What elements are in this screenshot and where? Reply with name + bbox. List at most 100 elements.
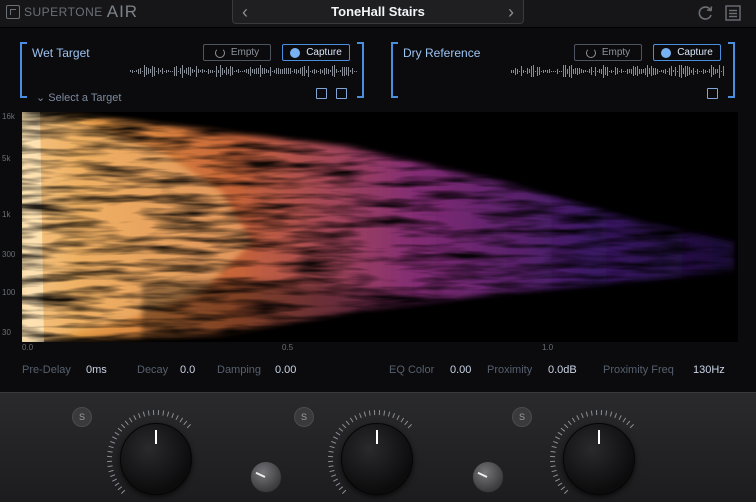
dry-empty-button[interactable]: Empty <box>574 44 642 61</box>
solo-button-color[interactable]: S <box>294 407 314 427</box>
record-icon <box>661 47 672 58</box>
knob-scale-tick <box>110 474 116 478</box>
knob-scale-tick <box>368 410 371 416</box>
knob-scale-tick <box>333 478 339 482</box>
dry-empty-label: Empty <box>601 47 631 58</box>
bracket-right <box>357 42 364 98</box>
select-target-label: Select a Target <box>48 92 122 104</box>
knob-scale-tick <box>183 420 188 426</box>
knob-scale-tick <box>338 486 344 491</box>
knob-scale-tick <box>133 415 137 421</box>
proximity-freq-mini-knob[interactable] <box>472 461 504 493</box>
proximity-knob[interactable] <box>563 423 635 495</box>
knob-scale-tick <box>553 440 559 444</box>
knob-scale-tick <box>142 411 146 417</box>
knob-scale-tick <box>560 427 566 432</box>
preset-selector[interactable]: ‹ ToneHall Stairs › <box>232 0 524 24</box>
undo-icon[interactable] <box>697 4 715 22</box>
knob-scale-tick <box>338 427 344 432</box>
knob-scale-tick <box>392 413 396 419</box>
dry-capture-button[interactable]: Capture <box>653 44 721 61</box>
proximity-label: Proximity <box>487 364 533 376</box>
product-name: AIR <box>106 2 139 21</box>
knob-scale-tick <box>331 440 337 444</box>
knob-scale-tick <box>331 474 337 478</box>
eqcolor-value: 0.00 <box>450 364 472 376</box>
decay-label: Decay <box>137 364 169 376</box>
knob-scale-tick <box>335 482 341 487</box>
decay-knob[interactable] <box>120 423 192 495</box>
knob-scale-tick <box>166 411 170 417</box>
knob-scale-tick <box>590 410 593 416</box>
knob-scale-tick <box>341 423 347 429</box>
y-tick: 1k <box>2 210 11 219</box>
knob-scale-tick <box>571 417 576 423</box>
knob-scale-tick <box>609 411 613 417</box>
record-icon <box>290 47 301 58</box>
spectrogram <box>22 112 738 342</box>
knob-scale-tick <box>114 431 120 436</box>
solo-button-proximity[interactable]: S <box>512 407 532 427</box>
chevron-down-icon: ⌄ <box>36 92 46 104</box>
knob-scale-tick <box>551 469 557 473</box>
eq-color-knob[interactable] <box>341 423 413 495</box>
knob-scale-tick <box>563 489 569 495</box>
proxfreq-label: Proximity Freq <box>603 364 674 376</box>
y-tick: 300 <box>2 250 16 259</box>
wet-waveform <box>130 64 358 78</box>
knob-scale-tick <box>112 436 118 440</box>
predelay-label: Pre-Delay <box>22 364 71 376</box>
proxfreq-value: 130Hz <box>693 364 725 376</box>
knob-scale-tick <box>117 486 123 491</box>
knob-scale-tick <box>120 423 126 429</box>
supertone-logo: SUPERTONE AIR <box>6 2 139 21</box>
knob-scale-tick <box>626 420 631 426</box>
damping-mini-knob[interactable] <box>250 461 282 493</box>
select-target-dropdown[interactable]: ⌄ Select a Target <box>36 91 121 104</box>
knob-scale-tick <box>358 413 362 419</box>
damping-label: Damping <box>217 364 262 376</box>
knob-scale-tick <box>555 478 561 482</box>
knob-scale-tick <box>137 413 141 419</box>
knob-scale-tick <box>557 482 563 487</box>
dry-reference-panel: Dry Reference Empty Capture <box>391 42 735 100</box>
knob-scale-tick <box>396 415 400 421</box>
chevron-left-icon[interactable]: ‹ <box>235 1 255 23</box>
knob-scale-tick <box>124 420 129 426</box>
save-icon[interactable] <box>316 88 327 99</box>
preset-name[interactable]: ToneHall Stairs <box>263 4 493 19</box>
knob-scale-tick <box>629 423 635 429</box>
reset-icon <box>585 47 596 58</box>
knob-scale-tick <box>128 417 133 423</box>
knob-scale-tick <box>580 413 584 419</box>
solo-button-decay[interactable]: S <box>72 407 92 427</box>
brand-name: SUPERTONE <box>24 5 103 19</box>
knob-scale-tick <box>328 450 334 453</box>
knob-scale-tick <box>605 410 608 416</box>
knob-scale-tick <box>329 469 335 473</box>
wet-capture-button[interactable]: Capture <box>282 44 350 61</box>
knob-scale-tick <box>335 431 341 436</box>
proximity-value: 0.0dB <box>548 364 577 376</box>
knob-scale-tick <box>117 427 123 432</box>
dry-waveform <box>511 64 725 78</box>
knob-scale-tick <box>622 417 627 423</box>
chevron-right-icon[interactable]: › <box>501 1 521 23</box>
menu-icon[interactable] <box>724 4 742 22</box>
knob-scale-tick <box>585 411 589 417</box>
wet-empty-button[interactable]: Empty <box>203 44 271 61</box>
knob-scale-tick <box>147 410 150 416</box>
export-icon[interactable] <box>707 88 718 99</box>
knob-scale-tick <box>107 465 113 468</box>
knob-scale-tick <box>555 436 561 440</box>
knob-scale-tick <box>400 417 405 423</box>
knob-scale-tick <box>333 436 339 440</box>
knob-section: S S S <box>0 392 756 502</box>
knob-scale-tick <box>557 431 563 436</box>
knob-scale-tick <box>404 420 409 426</box>
knob-scale-tick <box>186 423 192 429</box>
export-icon[interactable] <box>336 88 347 99</box>
knob-scale-tick <box>114 482 120 487</box>
wet-target-title: Wet Target <box>32 46 90 60</box>
eqcolor-label: EQ Color <box>389 364 435 376</box>
